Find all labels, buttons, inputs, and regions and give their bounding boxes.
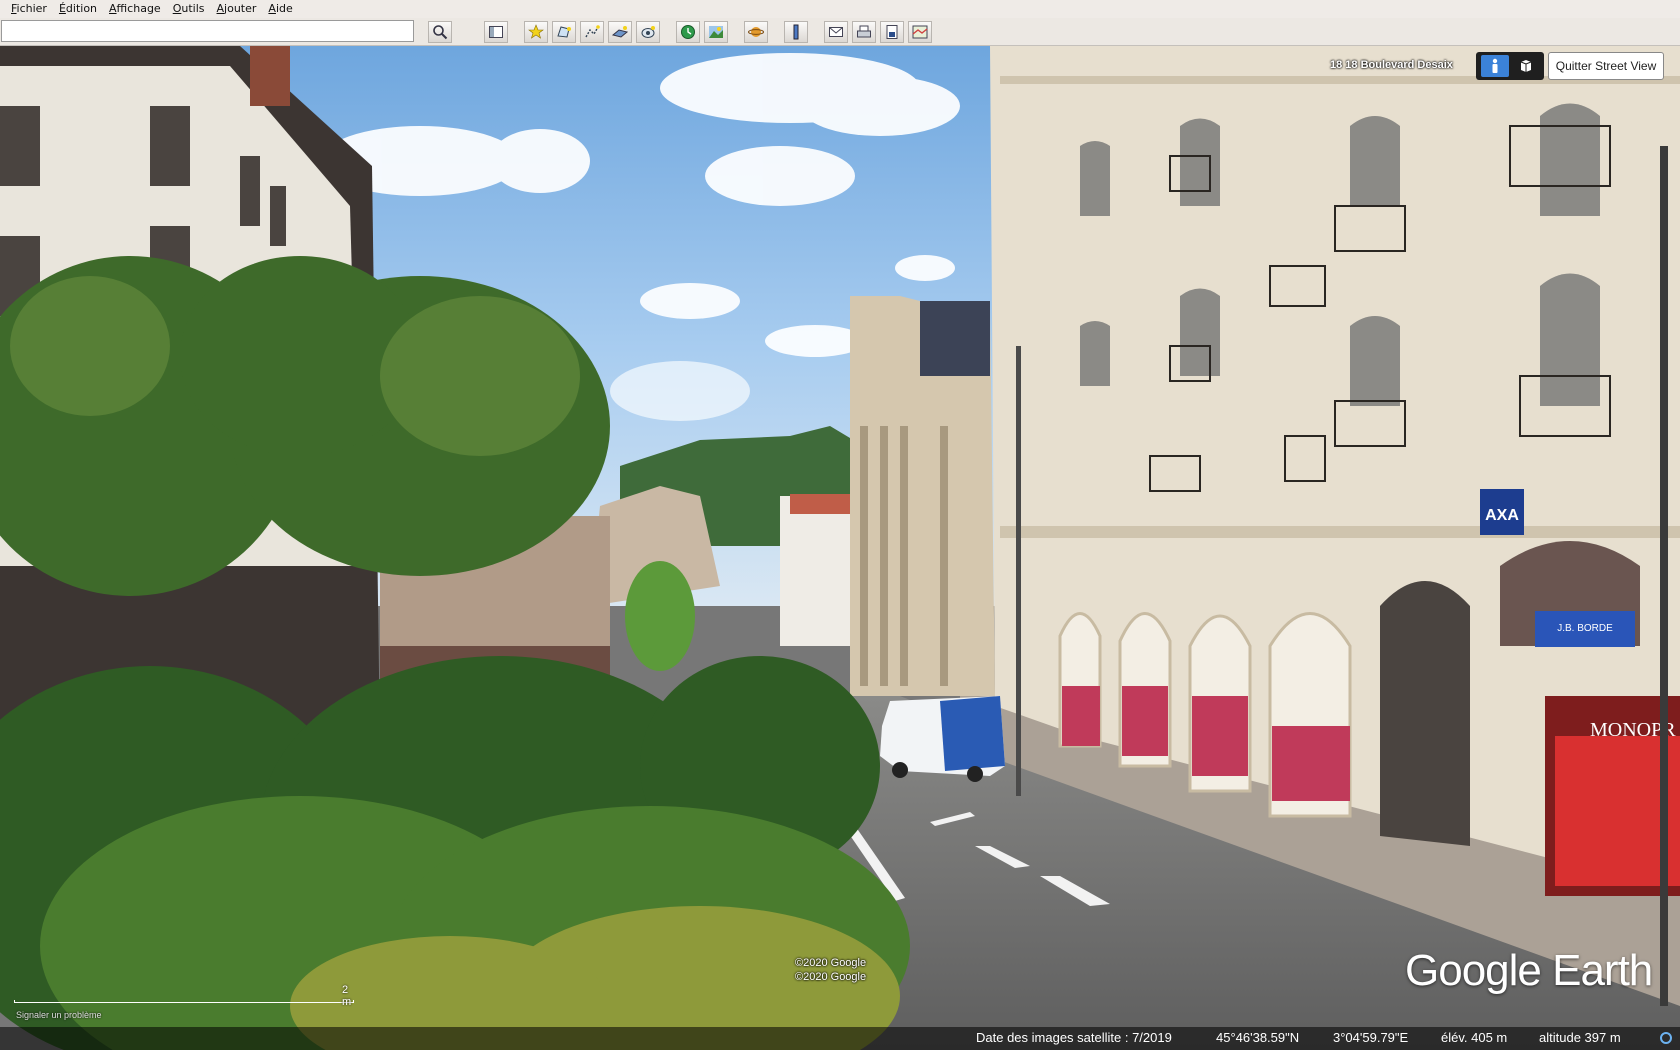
menu-fichier[interactable]: Fichier	[6, 0, 54, 18]
axa-sign-text: AXA	[1485, 507, 1519, 524]
print-button[interactable]	[852, 21, 876, 43]
street-view-viewport[interactable]: AXA J.B. BORDE MONOPR 18 18 Boulevard De…	[0, 46, 1680, 1050]
longitude-readout: 3°04'59.79"E	[1333, 1030, 1409, 1045]
save-image-icon	[886, 25, 898, 39]
sun-icon	[709, 26, 723, 38]
scale-bar	[14, 1000, 354, 1003]
shop-sign-text: J.B. BORDE	[1557, 623, 1613, 634]
menu-bar: Fichier Édition Affichage Outils Ajouter…	[0, 0, 1680, 18]
planets-icon	[748, 27, 764, 37]
exit-streetview-button[interactable]: Quitter Street View	[1548, 52, 1664, 80]
ruler-button[interactable]	[784, 21, 808, 43]
polygon-button[interactable]	[552, 21, 576, 43]
sidebar-icon	[489, 26, 503, 38]
altitude-readout: altitude 397 m	[1539, 1030, 1621, 1045]
3d-building-mode-button[interactable]	[1512, 55, 1540, 77]
scale-legend: 2 m	[14, 984, 354, 1008]
placemark-icon	[528, 24, 544, 39]
menu-aide[interactable]: Aide	[263, 0, 299, 18]
ground-level-mode-button[interactable]	[1480, 55, 1509, 77]
streaming-status-icon	[1660, 1032, 1672, 1044]
email-icon	[829, 27, 843, 37]
street-scene-image: AXA J.B. BORDE MONOPR	[0, 46, 1680, 1050]
print-icon	[857, 25, 871, 38]
status-bar: Date des images satellite : 7/2019 45°46…	[0, 1027, 1680, 1050]
ruler-icon	[793, 24, 799, 40]
report-problem-link[interactable]: Signaler un problème	[16, 1010, 102, 1020]
google-earth-logo: Google Earth	[1405, 946, 1653, 995]
view-in-maps-button[interactable]	[908, 21, 932, 43]
record-tour-icon	[641, 26, 655, 38]
save-image-button[interactable]	[880, 21, 904, 43]
search-icon	[433, 25, 448, 40]
historical-imagery-button[interactable]	[676, 21, 700, 43]
path-icon	[585, 25, 600, 38]
menu-edition[interactable]: Édition	[54, 0, 104, 18]
latitude-readout: 45°46'38.59"N	[1216, 1030, 1300, 1045]
image-overlay-button[interactable]	[608, 21, 632, 43]
email-button[interactable]	[824, 21, 848, 43]
menu-ajouter[interactable]: Ajouter	[212, 0, 264, 18]
scale-label: 2 m	[342, 984, 352, 1008]
sun-button[interactable]	[704, 21, 728, 43]
elevation-readout: élév. 405 m	[1441, 1030, 1508, 1045]
search-input[interactable]	[1, 20, 414, 42]
copyright-notice: ©2020 Google	[795, 971, 867, 983]
cube-icon	[1520, 60, 1531, 72]
view-in-maps-icon	[912, 25, 928, 39]
path-button[interactable]	[580, 21, 604, 43]
historical-imagery-icon	[681, 25, 695, 39]
search-button[interactable]	[428, 21, 452, 43]
placemark-button[interactable]	[524, 21, 548, 43]
streetview-address: 18 18 Boulevard Desaix	[1330, 59, 1453, 71]
record-tour-button[interactable]	[636, 21, 660, 43]
streetview-mode-toggle	[1476, 52, 1544, 80]
imagery-date: Date des images satellite : 7/2019	[976, 1030, 1172, 1045]
menu-outils[interactable]: Outils	[168, 0, 212, 18]
sidebar-button[interactable]	[484, 21, 508, 43]
planets-button[interactable]	[744, 21, 768, 43]
person-icon	[1492, 58, 1497, 73]
menu-affichage[interactable]: Affichage	[104, 0, 168, 18]
copyright-notice: ©2020 Google	[795, 957, 867, 969]
polygon-icon	[557, 26, 571, 38]
toolbar	[0, 18, 1680, 46]
image-overlay-icon	[612, 26, 628, 38]
